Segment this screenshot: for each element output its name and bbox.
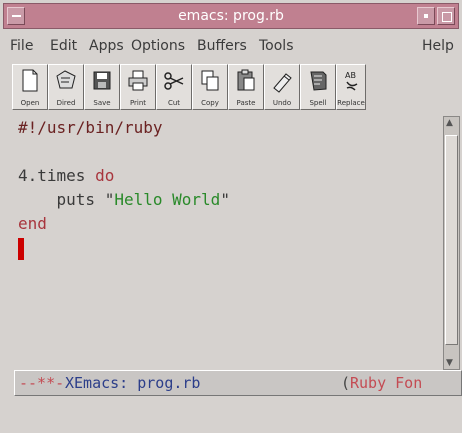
save-label: Save xyxy=(93,99,111,107)
modeline-status: --**- xyxy=(19,374,65,392)
code-puts-text: puts xyxy=(18,190,105,209)
minimize-icon xyxy=(424,14,428,18)
window-title: emacs: prog.rb xyxy=(178,8,284,24)
code-string: Hello World xyxy=(114,190,221,209)
print-button[interactable]: Print xyxy=(120,64,156,110)
scroll-down-icon[interactable]: ▼ xyxy=(446,358,453,368)
code-line-end: end xyxy=(18,214,47,233)
dired-icon xyxy=(56,70,76,89)
replace-button[interactable]: AB Replace xyxy=(336,64,366,110)
paste-icon xyxy=(237,69,255,91)
modeline-mode-name: Ruby Fon xyxy=(350,374,423,392)
spell-label: Spell xyxy=(309,99,327,107)
print-label: Print xyxy=(129,99,147,107)
menu-help[interactable]: Help xyxy=(422,38,454,54)
menu-apps[interactable]: Apps xyxy=(89,38,124,54)
code-quote-close: " xyxy=(220,190,230,209)
replace-label: Replace xyxy=(337,99,365,107)
menu-tools[interactable]: Tools xyxy=(259,38,294,54)
cut-label: Cut xyxy=(167,99,181,107)
copy-label: Copy xyxy=(201,99,219,107)
open-label: Open xyxy=(20,99,40,107)
spell-icon xyxy=(310,71,327,91)
cut-icon xyxy=(164,72,184,90)
code-line-times: 4.times do xyxy=(18,166,114,185)
code-keyword-do: do xyxy=(95,166,115,185)
vertical-scrollbar[interactable]: ▲ ▼ xyxy=(443,116,460,370)
copy-button[interactable]: Copy xyxy=(192,64,228,110)
open-button[interactable]: Open xyxy=(12,64,48,110)
open-icon xyxy=(22,69,38,92)
menu-file[interactable]: File xyxy=(10,38,33,54)
title-bar[interactable]: emacs: prog.rb xyxy=(3,3,459,29)
code-line-puts: puts "Hello World" xyxy=(18,190,230,209)
copy-icon xyxy=(201,70,219,91)
emacs-window: emacs: prog.rb File Edit Apps Options Bu… xyxy=(0,0,462,433)
cut-button[interactable]: Cut xyxy=(156,64,192,110)
modeline-buffer-name: XEmacs: prog.rb xyxy=(65,374,201,392)
replace-icon: AB xyxy=(345,71,358,91)
scroll-up-icon[interactable]: ▲ xyxy=(446,118,453,128)
editor-buffer[interactable]: #!/usr/bin/ruby 4.times do puts "Hello W… xyxy=(10,116,440,368)
svg-text:AB: AB xyxy=(345,71,356,80)
menu-buffers[interactable]: Buffers xyxy=(197,38,247,54)
code-line-shebang: #!/usr/bin/ruby xyxy=(18,118,163,137)
text-cursor xyxy=(18,238,24,260)
scroll-thumb[interactable] xyxy=(445,135,458,345)
mode-line[interactable]: --**- XEmacs: prog.rb ( Ruby Fon xyxy=(14,370,462,396)
modeline-mode-paren: ( xyxy=(341,374,351,392)
dired-label: Dired xyxy=(56,99,76,107)
menu-bar: File Edit Apps Options Buffers Tools Hel… xyxy=(10,34,462,60)
undo-icon xyxy=(273,73,292,93)
maximize-button[interactable] xyxy=(437,7,455,25)
maximize-icon xyxy=(442,12,452,22)
menu-options[interactable]: Options xyxy=(131,38,185,54)
menu-edit[interactable]: Edit xyxy=(50,38,77,54)
print-icon xyxy=(128,70,148,91)
save-icon xyxy=(93,71,111,90)
paste-button[interactable]: Paste xyxy=(228,64,264,110)
minimize-button[interactable] xyxy=(417,7,435,25)
code-quote-open: " xyxy=(104,190,115,209)
toolbar: Open Dired Save Print Cut Copy Paste Und… xyxy=(12,64,462,114)
minibuffer[interactable] xyxy=(10,400,462,430)
spell-button[interactable]: Spell xyxy=(300,64,336,110)
dired-button[interactable]: Dired xyxy=(48,64,84,110)
undo-label: Undo xyxy=(272,99,292,107)
undo-button[interactable]: Undo xyxy=(264,64,300,110)
paste-label: Paste xyxy=(236,99,256,107)
code-times-text: 4.times xyxy=(18,166,96,185)
save-button[interactable]: Save xyxy=(84,64,120,110)
